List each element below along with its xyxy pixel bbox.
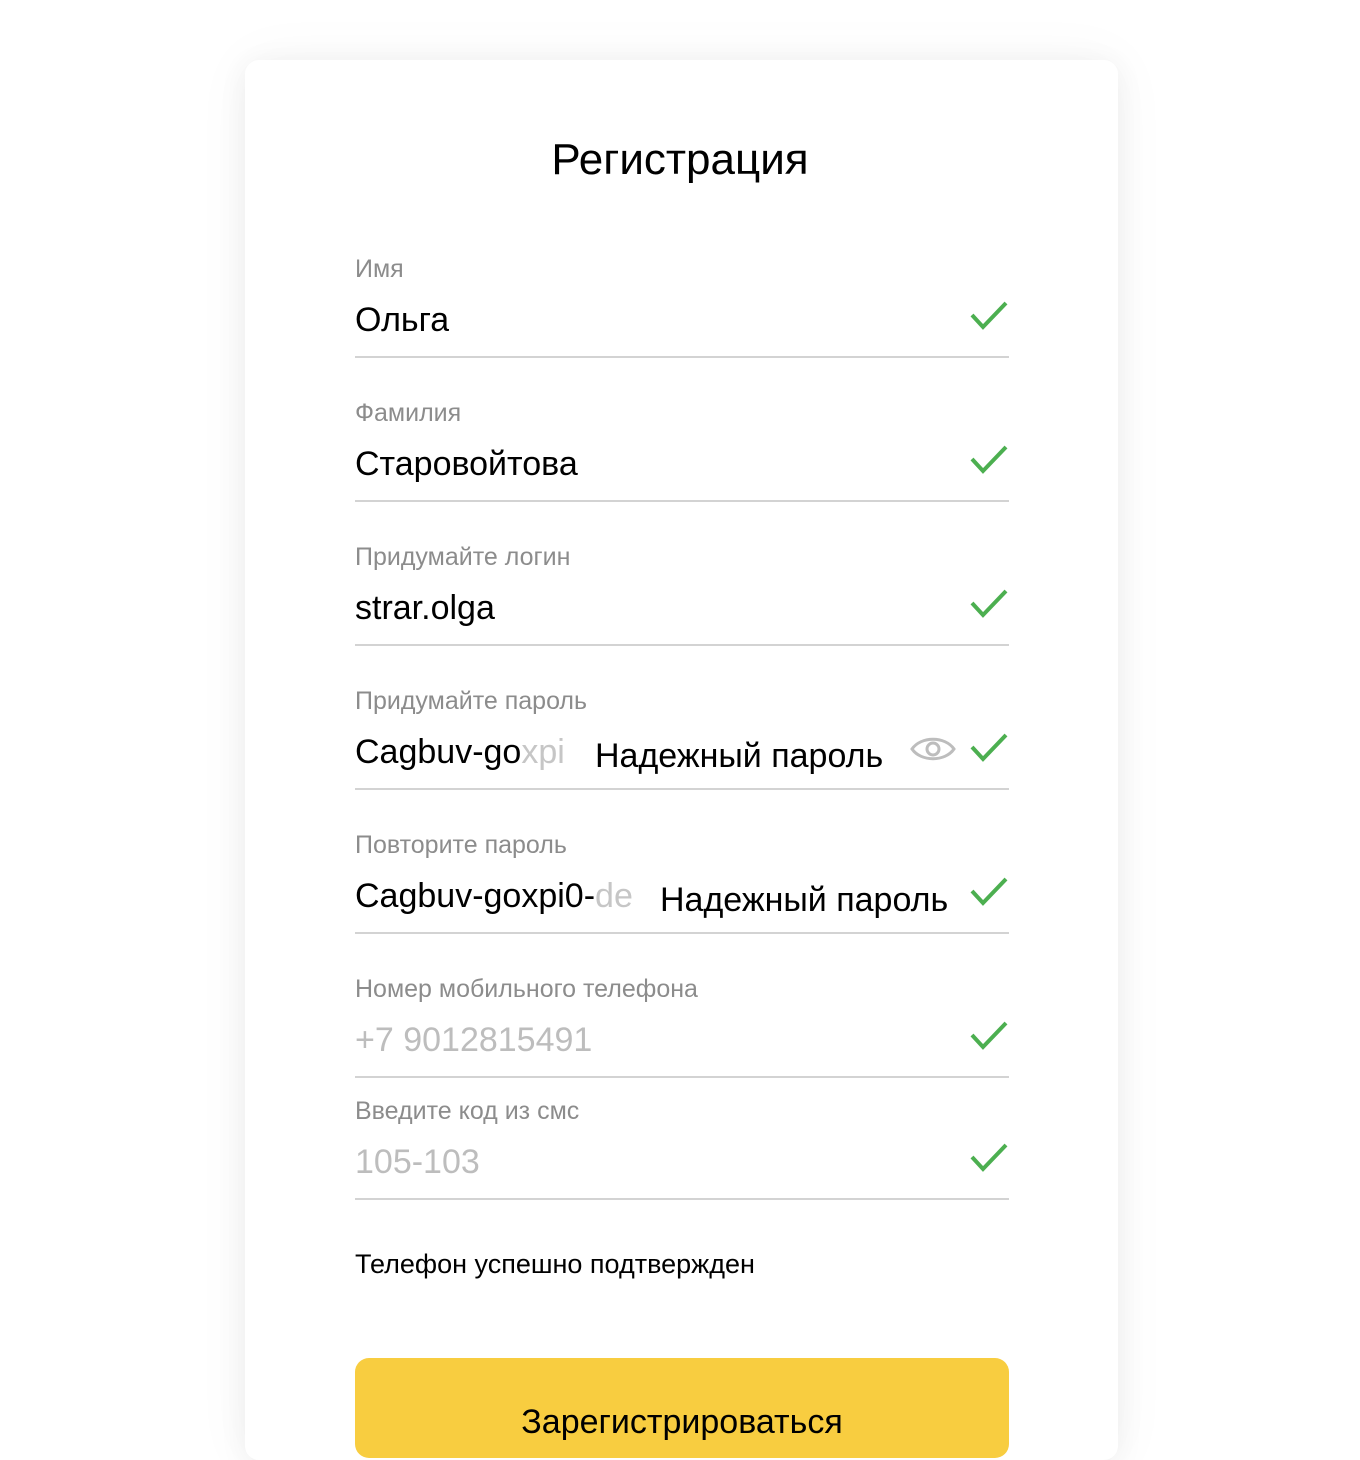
register-button[interactable]: Зарегистрироваться (355, 1358, 1009, 1458)
password-value-faded: xpi (521, 733, 565, 771)
check-icon (970, 301, 1008, 330)
repeat-password-value: Cagbuv-goxpi0- (355, 877, 596, 915)
login-field[interactable]: Придумайте логин strar.olga (355, 542, 1009, 646)
eye-icon[interactable] (909, 732, 957, 766)
repeat-password-field[interactable]: Повторите пароль Cagbuv-goxpi0-de Надежн… (355, 830, 1009, 934)
first-name-field[interactable]: Имя Ольга (355, 254, 1009, 358)
login-label: Придумайте логин (355, 543, 571, 571)
sms-code-label: Введите код из смс (355, 1097, 580, 1125)
last-name-input[interactable]: Старовойтова (355, 444, 578, 484)
password-value: Cagbuv-go (355, 733, 522, 771)
repeat-password-value-faded: de (595, 877, 633, 915)
first-name-input[interactable]: Ольга (355, 300, 449, 340)
sms-code-field[interactable]: Введите код из смс 105-103 (355, 1096, 1009, 1200)
check-icon (970, 1143, 1008, 1172)
first-name-label: Имя (355, 255, 404, 283)
password-strength-hint: Надежный пароль (577, 736, 884, 776)
phone-label: Номер мобильного телефона (355, 975, 698, 1003)
repeat-password-strength-hint: Надежный пароль (642, 880, 949, 920)
last-name-field[interactable]: Фамилия Старовойтова (355, 398, 1009, 502)
login-input[interactable]: strar.olga (355, 588, 495, 628)
check-icon (970, 733, 1008, 762)
sms-code-input[interactable]: 105-103 (355, 1142, 480, 1182)
page-title: Регистрация (551, 135, 809, 184)
repeat-password-label: Повторите пароль (355, 831, 567, 859)
phone-input[interactable]: +7 9012815491 (355, 1020, 592, 1060)
check-icon (970, 589, 1008, 618)
check-icon (970, 1021, 1008, 1050)
password-label: Придумайте пароль (355, 687, 588, 715)
check-icon (970, 877, 1008, 906)
last-name-label: Фамилия (355, 399, 462, 427)
check-icon (970, 445, 1008, 474)
password-input[interactable]: Cagbuv-goxpi (355, 732, 585, 772)
password-field[interactable]: Придумайте пароль Cagbuv-goxpi Надежный … (355, 686, 1009, 790)
phone-field[interactable]: Номер мобильного телефона +7 9012815491 (355, 974, 1009, 1078)
phone-confirmed-status: Телефон успешно подтвержден (355, 1249, 755, 1279)
repeat-password-input[interactable]: Cagbuv-goxpi0-de (355, 876, 650, 916)
